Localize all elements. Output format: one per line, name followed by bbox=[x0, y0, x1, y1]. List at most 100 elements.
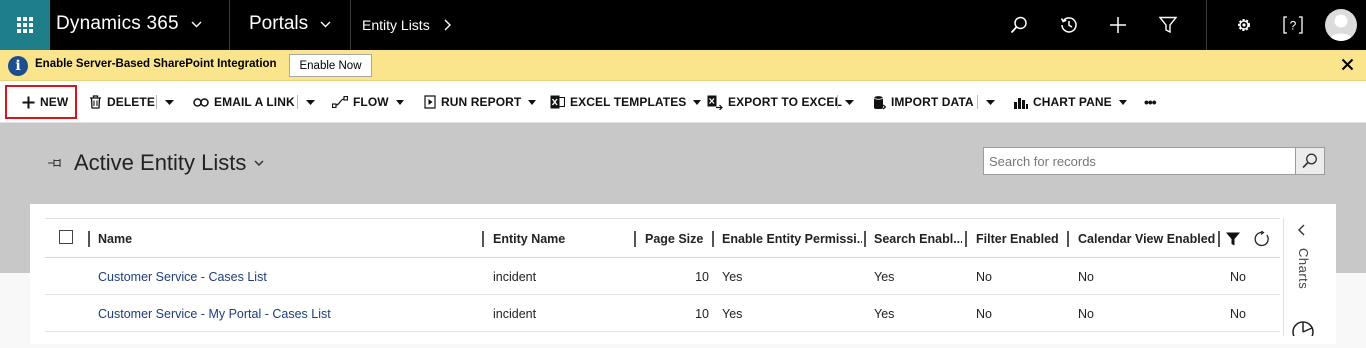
excel-templates-label: EXCEL TEMPLATES bbox=[570, 95, 687, 109]
page-size-cell: 10 bbox=[695, 269, 709, 284]
column-resize-handle[interactable] bbox=[88, 231, 90, 247]
excel-icon bbox=[550, 95, 570, 109]
column-resize-handle[interactable] bbox=[965, 231, 967, 247]
import-icon bbox=[873, 94, 891, 110]
bar-chart-icon bbox=[1014, 96, 1033, 109]
view-title: Active Entity Lists bbox=[74, 150, 247, 175]
column-resize-handle[interactable] bbox=[482, 231, 484, 247]
nav-divider bbox=[229, 0, 230, 50]
pin-icon[interactable] bbox=[48, 158, 64, 168]
more-commands-button[interactable]: ••• bbox=[1144, 81, 1157, 123]
email-link-button[interactable]: EMAIL A LINK bbox=[193, 81, 295, 123]
new-label: NEW bbox=[40, 95, 69, 109]
column-header-name[interactable]: Name bbox=[98, 219, 478, 258]
charts-label[interactable]: Charts bbox=[1296, 248, 1311, 289]
entity-name-cell: incident bbox=[493, 269, 537, 284]
table-row[interactable]: Customer Service - Cases List incident 1… bbox=[45, 258, 1280, 295]
app-title-label: Dynamics 365 bbox=[56, 13, 179, 34]
record-name-link[interactable]: Customer Service - My Portal - Cases Lis… bbox=[98, 295, 331, 332]
search-icon[interactable] bbox=[1296, 147, 1325, 175]
column-resize-handle[interactable] bbox=[712, 231, 714, 247]
column-header-entity-name[interactable]: Entity Name bbox=[493, 219, 633, 258]
record-name-link[interactable]: Customer Service - Cases List bbox=[98, 258, 267, 295]
permissions-cell: Yes bbox=[722, 269, 743, 284]
column-header-search-enabled[interactable]: Search Enabl... bbox=[874, 219, 962, 258]
info-icon: i bbox=[8, 56, 28, 76]
chevron-left-icon[interactable] bbox=[1297, 224, 1305, 236]
svg-text:?: ? bbox=[1290, 19, 1297, 33]
help-icon[interactable]: ? bbox=[1268, 0, 1318, 50]
filter-enabled-cell: No bbox=[976, 269, 992, 284]
breadcrumb[interactable]: Entity Lists bbox=[362, 17, 451, 33]
gear-icon[interactable] bbox=[1219, 0, 1269, 50]
column-header-enable-entity-permissions[interactable]: Enable Entity Permissi... bbox=[722, 219, 862, 258]
import-more-dropdown[interactable] bbox=[980, 81, 1000, 123]
chevron-down-icon bbox=[320, 21, 331, 28]
app-title[interactable]: Dynamics 365 bbox=[56, 13, 202, 35]
run-report-button[interactable]: RUN REPORT bbox=[424, 81, 541, 123]
excel-templates-button[interactable]: EXCEL TEMPLATES bbox=[550, 81, 706, 123]
export-excel-label: EXPORT TO EXCEL bbox=[728, 95, 842, 109]
export-to-excel-button[interactable]: EXPORT TO EXCEL bbox=[707, 81, 842, 123]
chevron-down-icon bbox=[191, 21, 202, 28]
search-icon[interactable] bbox=[994, 0, 1044, 50]
select-all-checkbox[interactable] bbox=[59, 230, 73, 244]
filter-enabled-cell: No bbox=[976, 306, 992, 321]
delete-label: DELETE bbox=[107, 95, 155, 109]
export-excel-icon bbox=[707, 95, 728, 110]
plus-icon bbox=[22, 96, 40, 109]
column-resize-handle[interactable] bbox=[864, 231, 866, 247]
calendar-enabled-cell: No bbox=[1078, 269, 1094, 284]
filter-icon[interactable] bbox=[1143, 0, 1193, 50]
split-divider bbox=[156, 95, 157, 109]
column-header-page-size[interactable]: Page Size bbox=[645, 219, 715, 258]
caret-down-icon bbox=[1118, 99, 1132, 105]
search-input[interactable]: Search for records bbox=[983, 147, 1296, 175]
delete-more-dropdown[interactable] bbox=[159, 81, 179, 123]
flow-button[interactable]: FLOW bbox=[332, 81, 409, 123]
caret-down-icon bbox=[693, 99, 706, 105]
email-link-label: EMAIL A LINK bbox=[214, 95, 295, 109]
records-grid: Name Entity Name Page Size Enable Entity… bbox=[45, 218, 1280, 348]
table-row[interactable]: Customer Service - My Portal - Cases Lis… bbox=[45, 295, 1280, 332]
column-resize-handle[interactable] bbox=[1218, 231, 1220, 247]
notification-bar: i Enable Server-Based SharePoint Integra… bbox=[0, 50, 1366, 81]
import-data-button[interactable]: IMPORT DATA bbox=[873, 81, 974, 123]
close-icon[interactable] bbox=[1341, 58, 1354, 71]
notification-text: Enable Server-Based SharePoint Integrati… bbox=[35, 58, 277, 70]
column-resize-handle[interactable] bbox=[634, 231, 636, 247]
refresh-icon[interactable] bbox=[1254, 231, 1270, 247]
new-button[interactable]: NEW bbox=[22, 81, 68, 123]
caret-down-icon bbox=[395, 99, 409, 105]
column-header-calendar-view-enabled[interactable]: Calendar View Enabled bbox=[1078, 219, 1218, 258]
split-divider bbox=[977, 95, 978, 109]
pie-chart-icon[interactable] bbox=[1291, 320, 1315, 336]
caret-down-icon bbox=[528, 99, 541, 105]
nav-divider bbox=[350, 0, 351, 50]
view-selector[interactable]: Active Entity Lists bbox=[48, 150, 264, 176]
delete-button[interactable]: DELETE bbox=[89, 81, 155, 123]
filter-icon[interactable] bbox=[1226, 232, 1240, 246]
chevron-down-icon bbox=[254, 160, 264, 166]
export-more-dropdown[interactable] bbox=[839, 81, 859, 123]
link-icon bbox=[193, 97, 214, 107]
email-link-more-dropdown[interactable] bbox=[300, 81, 320, 123]
chart-pane-button[interactable]: CHART PANE bbox=[1014, 81, 1132, 123]
column-resize-handle[interactable] bbox=[1067, 231, 1069, 247]
grid-header: Name Entity Name Page Size Enable Entity… bbox=[45, 218, 1280, 258]
column-header-filter-enabled[interactable]: Filter Enabled bbox=[976, 219, 1068, 258]
search-enabled-cell: Yes bbox=[874, 306, 895, 321]
import-data-label: IMPORT DATA bbox=[891, 95, 974, 109]
chevron-right-icon bbox=[444, 19, 451, 31]
waffle-icon[interactable] bbox=[0, 0, 50, 50]
breadcrumb-label: Entity Lists bbox=[362, 17, 430, 33]
avatar-icon[interactable] bbox=[1325, 9, 1357, 41]
history-icon[interactable] bbox=[1044, 0, 1094, 50]
area-selector[interactable]: Portals bbox=[249, 13, 331, 35]
plus-icon[interactable] bbox=[1093, 0, 1143, 50]
search-enabled-cell: Yes bbox=[874, 269, 895, 284]
entity-name-cell: incident bbox=[493, 306, 537, 321]
split-divider bbox=[297, 95, 298, 109]
enable-now-button[interactable]: Enable Now bbox=[289, 54, 372, 77]
run-report-label: RUN REPORT bbox=[441, 95, 522, 109]
